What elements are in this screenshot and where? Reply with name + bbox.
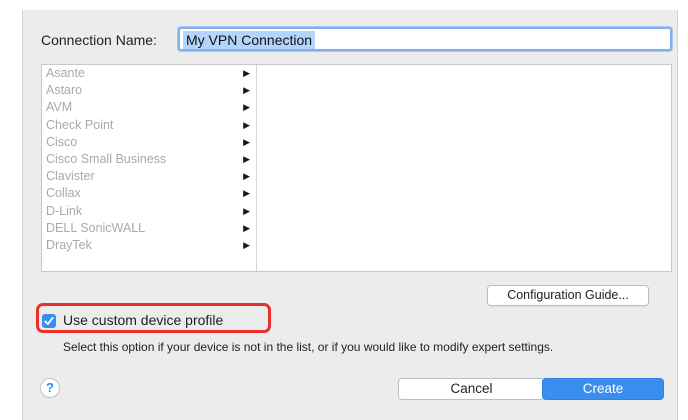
- vendor-item[interactable]: Clavister ▶: [42, 168, 256, 185]
- vendor-item-label: Clavister: [46, 169, 95, 184]
- custom-profile-hint: Select this option if your device is not…: [63, 340, 554, 354]
- help-button[interactable]: ?: [40, 378, 60, 398]
- checkmark-icon: [44, 316, 54, 325]
- vendor-item-label: DELL SonicWALL: [46, 220, 146, 235]
- vendor-item-label: Cisco Small Business: [46, 151, 167, 166]
- vendor-item-label: Asante: [46, 66, 85, 80]
- connection-name-row: Connection Name: My VPN Connection: [41, 27, 672, 53]
- vendor-item-label: D-Link: [46, 203, 83, 218]
- disclosure-triangle-icon: ▶: [243, 119, 250, 130]
- vendor-item-label: Collax: [46, 186, 81, 201]
- vendor-item-label: Astaro: [46, 83, 83, 98]
- configuration-guide-button[interactable]: Configuration Guide...: [487, 285, 649, 306]
- disclosure-triangle-icon: ▶: [243, 188, 250, 199]
- vendor-item[interactable]: Cisco Small Business ▶: [42, 151, 256, 168]
- disclosure-triangle-icon: ▶: [243, 136, 250, 147]
- disclosure-triangle-icon: ▶: [243, 85, 250, 96]
- vendor-item[interactable]: DELL SonicWALL ▶: [42, 220, 256, 237]
- connection-name-label: Connection Name:: [41, 32, 157, 48]
- disclosure-triangle-icon: ▶: [243, 153, 250, 164]
- custom-profile-checkbox[interactable]: [42, 314, 56, 328]
- vendor-item-label: Cisco: [46, 134, 78, 149]
- vendor-item-label: Check Point: [46, 117, 114, 132]
- vendor-item-label: DrayTek: [46, 237, 92, 252]
- disclosure-triangle-icon: ▶: [243, 205, 250, 216]
- vendor-item[interactable]: Check Point ▶: [42, 117, 256, 134]
- disclosure-triangle-icon: ▶: [243, 171, 250, 182]
- vendor-item-label: AVM: [46, 100, 73, 115]
- custom-profile-label[interactable]: Use custom device profile: [63, 312, 223, 328]
- vendor-item[interactable]: DrayTek ▶: [42, 237, 256, 254]
- disclosure-triangle-icon: ▶: [243, 222, 250, 233]
- vendor-item[interactable]: Collax ▶: [42, 185, 256, 202]
- vendor-item[interactable]: Asante ▶: [42, 65, 256, 82]
- disclosure-triangle-icon: ▶: [243, 239, 250, 250]
- device-browser[interactable]: Asante ▶ Astaro ▶ AVM ▶ Check Point ▶ Cisco ▶ Cisc…: [41, 64, 672, 272]
- vendor-item[interactable]: Astaro ▶: [42, 82, 256, 99]
- connection-name-input[interactable]: My VPN Connection: [178, 27, 672, 51]
- vendor-item[interactable]: Cisco ▶: [42, 134, 256, 151]
- create-button[interactable]: Create: [542, 378, 664, 400]
- connection-name-value[interactable]: My VPN Connection: [183, 31, 316, 49]
- vendor-item[interactable]: D-Link ▶: [42, 203, 256, 220]
- vendor-column: Asante ▶ Astaro ▶ AVM ▶ Check Point ▶ Cisco ▶ Cisc…: [42, 65, 257, 271]
- disclosure-triangle-icon: ▶: [243, 68, 250, 78]
- cancel-button[interactable]: Cancel: [398, 378, 545, 400]
- vendor-item[interactable]: AVM ▶: [42, 99, 256, 116]
- disclosure-triangle-icon: ▶: [243, 102, 250, 113]
- vpn-config-sheet: Connection Name: My VPN Connection Asant…: [22, 10, 678, 420]
